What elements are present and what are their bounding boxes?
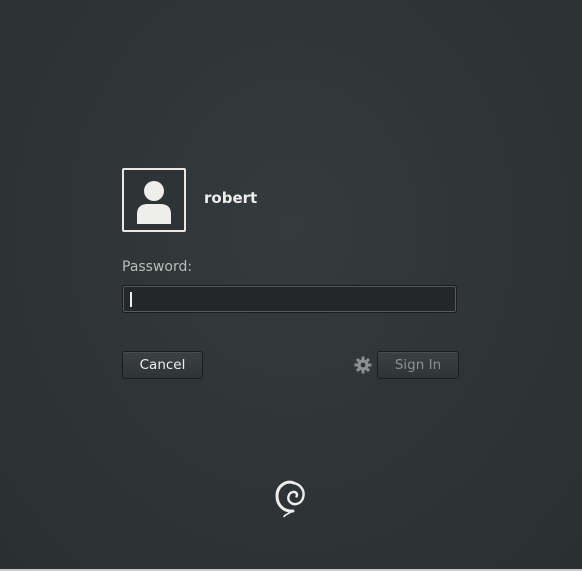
user-avatar-icon[interactable] [122,168,186,232]
text-cursor [130,292,132,307]
username-label[interactable]: robert [204,189,257,207]
debian-swirl-icon [272,474,310,518]
cancel-button[interactable]: Cancel [122,351,203,379]
sign-in-button[interactable]: Sign In [377,351,459,379]
gear-icon[interactable] [354,356,372,374]
password-input[interactable] [122,285,457,313]
password-label: Password: [122,259,193,275]
